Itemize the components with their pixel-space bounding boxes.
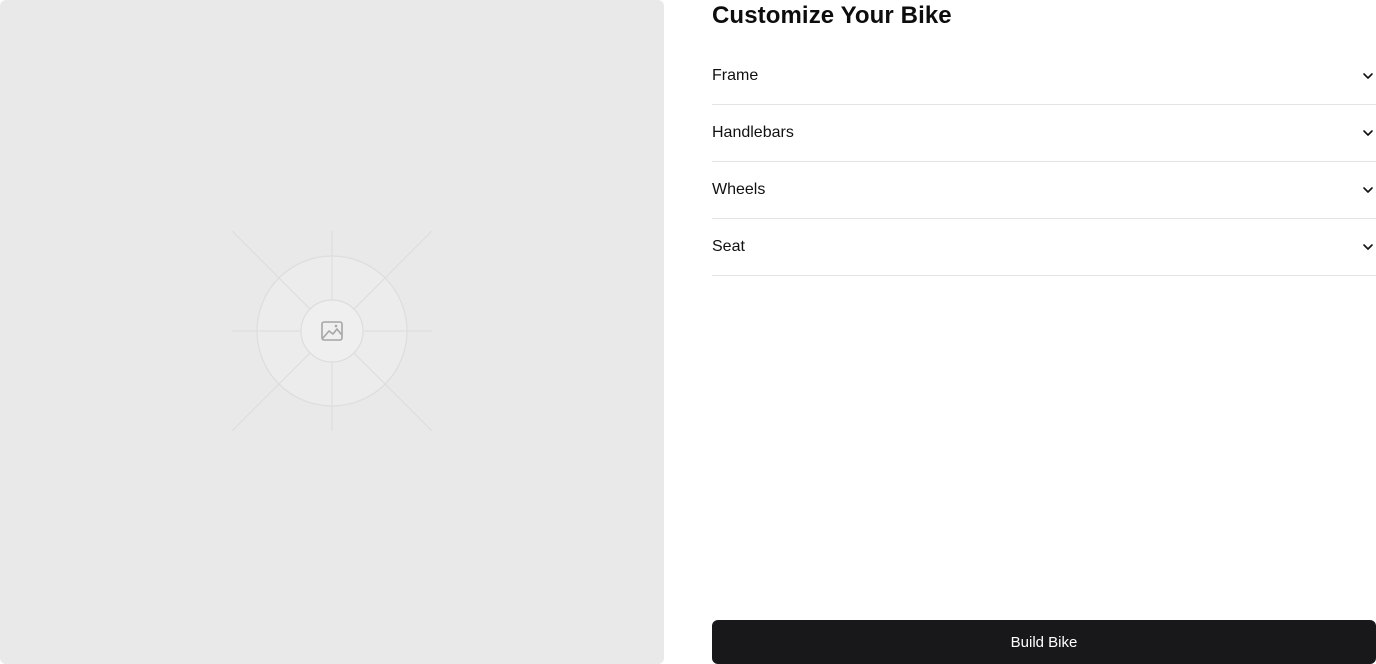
bike-preview xyxy=(0,0,664,664)
chevron-down-icon xyxy=(1362,241,1374,253)
chevron-down-icon xyxy=(1362,70,1374,82)
accordion-item-handlebars[interactable]: Handlebars xyxy=(712,105,1376,162)
customize-panel: Customize Your Bike Frame Handlebars Whe… xyxy=(712,0,1376,664)
accordion-item-wheels[interactable]: Wheels xyxy=(712,162,1376,219)
options-accordion: Frame Handlebars Wheels Seat xyxy=(712,48,1376,276)
chevron-down-icon xyxy=(1362,184,1374,196)
chevron-down-icon xyxy=(1362,127,1374,139)
accordion-label: Wheels xyxy=(712,181,766,198)
accordion-label: Seat xyxy=(712,238,745,255)
build-bike-button[interactable]: Build Bike xyxy=(712,620,1376,664)
page: Customize Your Bike Frame Handlebars Whe… xyxy=(0,0,1376,664)
accordion-label: Handlebars xyxy=(712,124,794,141)
page-title: Customize Your Bike xyxy=(712,2,952,29)
accordion-label: Frame xyxy=(712,67,759,84)
accordion-item-seat[interactable]: Seat xyxy=(712,219,1376,276)
accordion-item-frame[interactable]: Frame xyxy=(712,48,1376,105)
image-placeholder-icon xyxy=(232,231,432,431)
